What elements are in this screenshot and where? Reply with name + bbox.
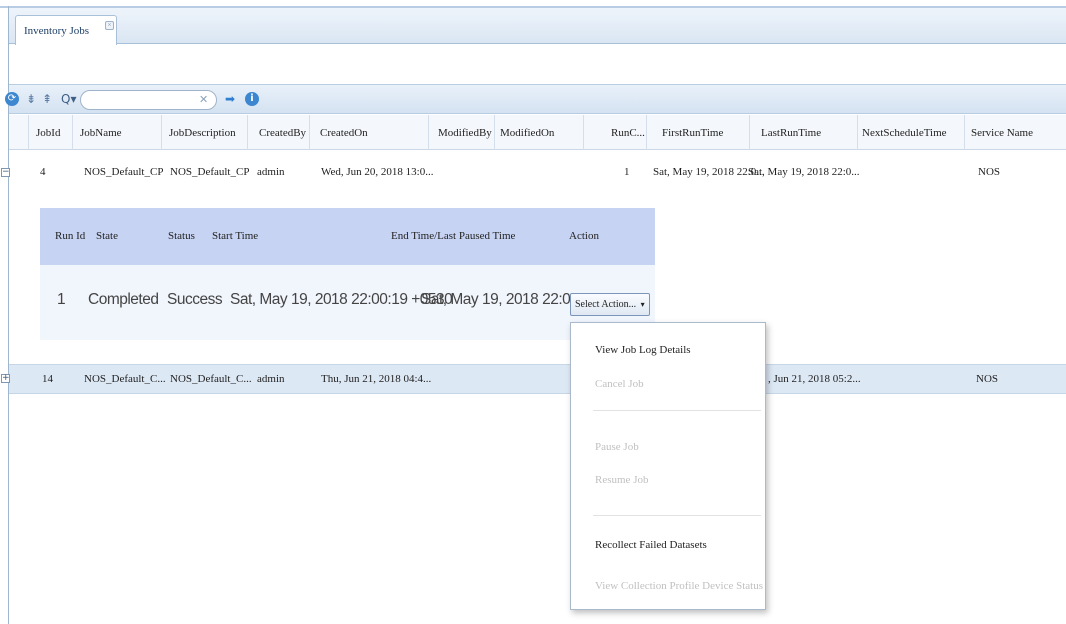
subgrid-header-endtime[interactable]: End Time/Last Paused Time [391,230,515,242]
column-separator [247,115,248,150]
subgrid-header-starttime[interactable]: Start Time [212,230,258,242]
tab-inventory-jobs[interactable]: Inventory Jobs × [15,15,117,45]
job-runs-subgrid: Run Id State Status Start Time End Time/… [40,208,655,340]
cell-jobname: NOS_Default_C... [84,373,166,385]
column-separator [583,115,584,150]
select-action-dropdown[interactable]: Select Action... ▾ [570,293,650,316]
column-header-jobname[interactable]: JobName [80,127,122,139]
column-separator [857,115,858,150]
collapse-row-icon[interactable]: − [1,168,10,177]
collapse-all-icon[interactable]: ⇞ [42,92,52,108]
menu-separator [593,410,761,411]
close-icon[interactable]: × [105,21,114,30]
menu-item-cancel-job[interactable]: Cancel Job [595,378,644,390]
tab-label: Inventory Jobs [24,25,90,37]
subgrid-header-state[interactable]: State [96,230,118,242]
menu-item-resume-job[interactable]: Resume Job [595,474,648,486]
subgrid-header-runid[interactable]: Run Id [55,230,85,242]
grid-toolbar: ⟳ ⇟ ⇞ Q▾ ✕ ➡ i [5,84,1066,114]
select-action-label: Select Action... [575,299,637,310]
cell-runcount: 1 [624,166,630,178]
menu-separator [593,515,761,516]
column-header-jobdescription[interactable]: JobDescription [169,127,236,139]
cell-createdon: Thu, Jun 21, 2018 04:4... [321,373,432,385]
action-menu: View Job Log Details Cancel Job Pause Jo… [570,322,766,610]
column-separator [964,115,965,150]
column-header-runcount[interactable]: RunC... [611,127,645,139]
subgrid-cell-starttime: Sat, May 19, 2018 22:00:19 +0530 [230,291,453,308]
search-input[interactable] [80,90,217,110]
column-separator [28,115,29,150]
cell-servicename: NOS [978,166,1001,178]
table-row[interactable]: + 14 NOS_Default_C... NOS_Default_C... a… [1,364,1066,394]
chevron-down-icon: ▾ [640,300,645,309]
cell-lastruntime: Sat, May 19, 2018 22:0... [748,166,860,178]
column-separator [72,115,73,150]
cell-jobid: 14 [42,373,53,385]
expand-all-icon[interactable]: ⇟ [26,92,36,108]
column-header-createdon[interactable]: CreatedOn [320,127,368,139]
column-separator [428,115,429,150]
info-icon[interactable]: i [245,92,259,106]
menu-item-pause-job[interactable]: Pause Job [595,441,639,453]
column-separator [749,115,750,150]
cell-jobdescription: NOS_Default_CP [170,166,250,178]
tab-bar: Inventory Jobs × [9,8,1066,45]
search-options-icon[interactable]: Q▾ [61,92,76,108]
cell-createdby: admin [257,373,285,385]
column-header-nextscheduletime[interactable]: NextScheduleTime [862,127,947,139]
subgrid-cell-state: Completed [88,291,159,308]
grid-header: JobId JobName JobDescription CreatedBy C… [9,115,1066,150]
column-header-jobid[interactable]: JobId [36,127,60,139]
column-separator [309,115,310,150]
cell-createdby: admin [257,166,285,178]
column-header-servicename[interactable]: Service Name [971,127,1033,139]
subgrid-header-status[interactable]: Status [168,230,195,242]
column-header-modifiedon[interactable]: ModifiedOn [500,127,554,139]
expand-row-icon[interactable]: + [1,374,10,383]
menu-item-view-job-log-details[interactable]: View Job Log Details [595,344,691,356]
column-header-lastruntime[interactable]: LastRunTime [761,127,821,139]
cell-jobdescription: NOS_Default_C... [170,373,252,385]
column-separator [646,115,647,150]
column-separator [494,115,495,150]
cell-lastruntime: , Jun 21, 2018 05:2... [768,373,861,385]
subgrid-header: Run Id State Status Start Time End Time/… [40,208,655,265]
column-separator [161,115,162,150]
cell-servicename: NOS [976,373,999,385]
go-arrow-icon[interactable]: ➡ [225,92,235,108]
subgrid-cell-status: Success [167,291,223,308]
cell-jobname: NOS_Default_CP [84,166,164,178]
column-header-createdby[interactable]: CreatedBy [259,127,306,139]
cell-jobid: 4 [40,166,46,178]
subgrid-cell-runid: 1 [57,291,66,308]
menu-item-view-collection-profile-device-status[interactable]: View Collection Profile Device Status [595,580,763,592]
menu-item-recollect-failed-datasets[interactable]: Recollect Failed Datasets [595,539,707,551]
clear-search-icon[interactable]: ✕ [199,93,208,106]
column-header-firstruntime[interactable]: FirstRunTime [662,127,723,139]
subgrid-header-action[interactable]: Action [569,230,599,242]
column-header-modifiedby[interactable]: ModifiedBy [438,127,492,139]
refresh-icon[interactable]: ⟳ [5,92,19,106]
cell-createdon: Wed, Jun 20, 2018 13:0... [321,166,434,178]
